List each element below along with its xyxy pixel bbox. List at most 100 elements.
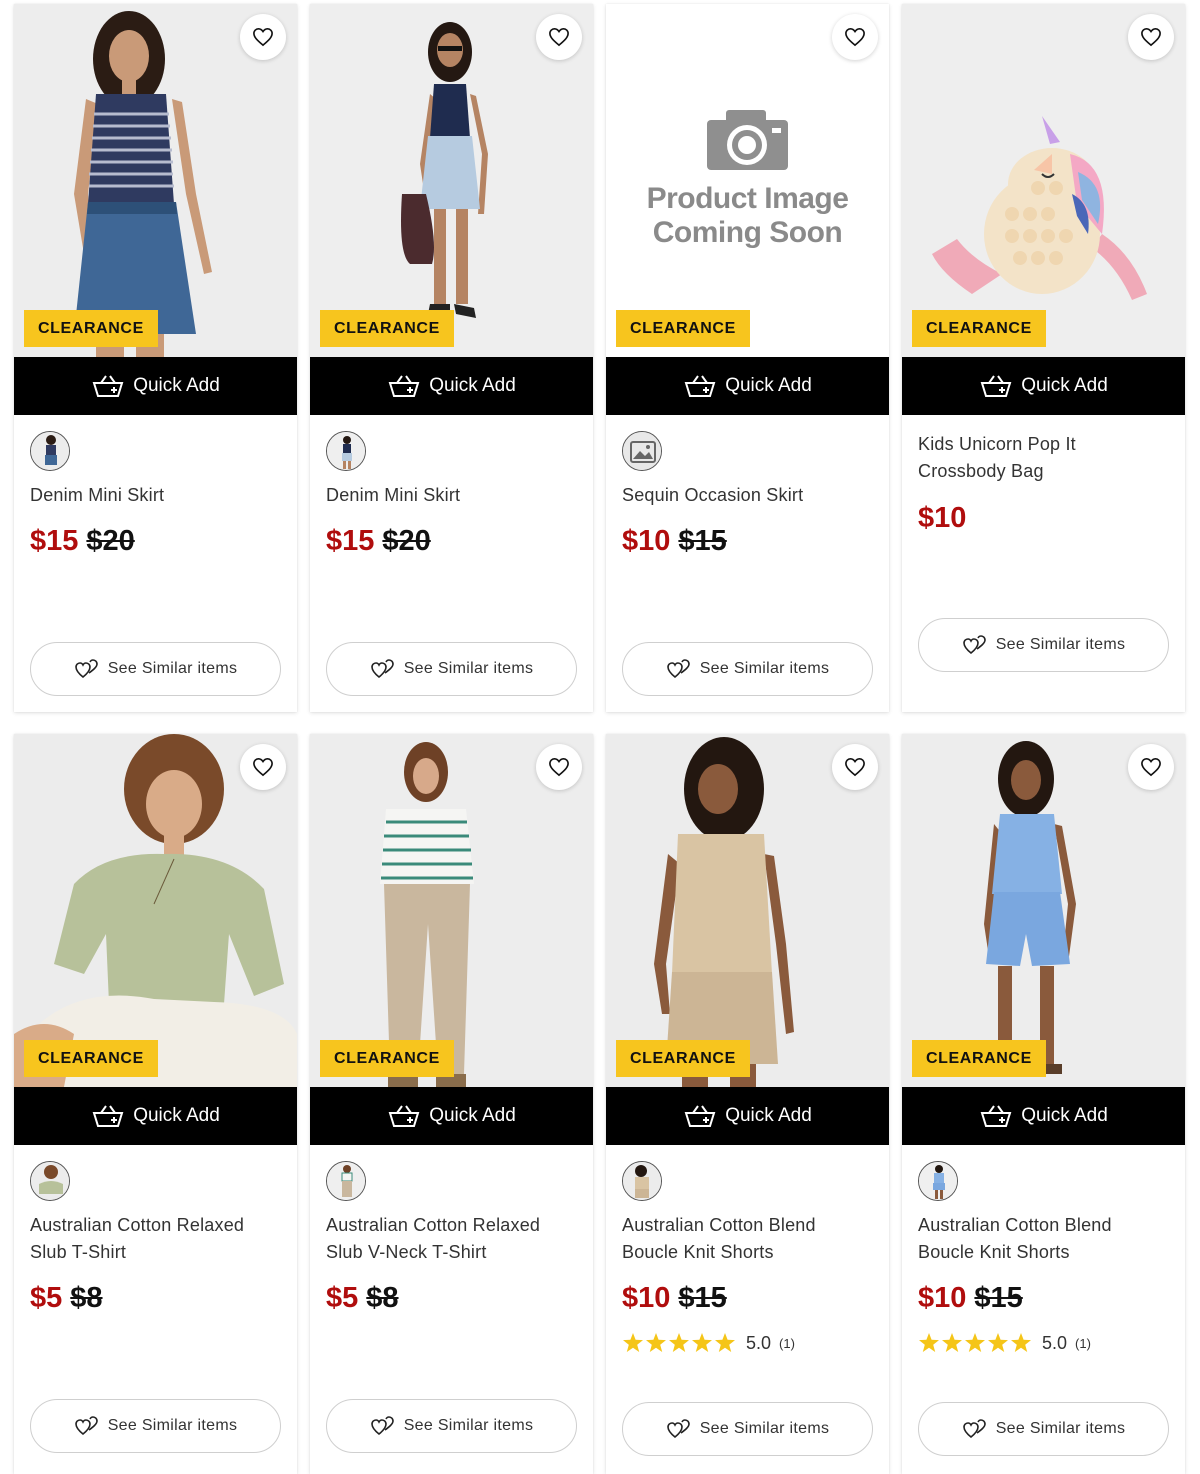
- basket-icon: [92, 1105, 124, 1127]
- similar-hearts-icon: [962, 635, 986, 655]
- image-placeholder-icon: [623, 432, 661, 470]
- heart-icon: [549, 27, 569, 47]
- product-grid: CLEARANCE Quick Add Denim Mini Skirt $15…: [0, 0, 1200, 1474]
- product-card[interactable]: CLEARANCE Quick Add Australian Cotton Re…: [310, 734, 593, 1474]
- wishlist-button[interactable]: [1128, 14, 1174, 60]
- product-price: $15 $20: [30, 525, 135, 558]
- review-count: (1): [1075, 1335, 1091, 1351]
- see-similar-button[interactable]: See Similar items: [918, 1402, 1169, 1456]
- see-similar-button[interactable]: See Similar items: [326, 1399, 577, 1453]
- product-name[interactable]: Australian Cotton Blend Boucle Knit Shor…: [918, 1212, 1168, 1266]
- quick-add-label: Quick Add: [725, 1105, 812, 1126]
- product-card[interactable]: CLEARANCE Quick Add Australian Cotton Bl…: [606, 734, 889, 1474]
- product-card[interactable]: CLEARANCE Quick Add Denim Mini Skirt $15…: [310, 4, 593, 712]
- product-name[interactable]: Australian Cotton Blend Boucle Knit Shor…: [622, 1212, 872, 1266]
- quick-add-button[interactable]: Quick Add: [310, 1087, 593, 1145]
- see-similar-button[interactable]: See Similar items: [30, 1399, 281, 1453]
- product-rating[interactable]: 5.0 (1): [918, 1332, 1091, 1354]
- product-image[interactable]: CLEARANCE: [14, 4, 297, 357]
- heart-icon: [1141, 757, 1161, 777]
- see-similar-button[interactable]: See Similar items: [622, 642, 873, 696]
- quick-add-button[interactable]: Quick Add: [902, 1087, 1185, 1145]
- color-swatch[interactable]: [30, 1161, 70, 1201]
- product-price: $10 $15: [622, 525, 727, 558]
- product-rating[interactable]: 5.0 (1): [622, 1332, 795, 1354]
- similar-hearts-icon: [370, 1416, 394, 1436]
- quick-add-button[interactable]: Quick Add: [14, 357, 297, 415]
- clearance-badge: CLEARANCE: [24, 310, 158, 347]
- product-image[interactable]: CLEARANCE: [310, 734, 593, 1087]
- color-swatch[interactable]: [918, 1161, 958, 1201]
- wishlist-button[interactable]: [536, 14, 582, 60]
- product-card[interactable]: Product Image Coming Soon CLEARANCE Quic…: [606, 4, 889, 712]
- product-name[interactable]: Sequin Occasion Skirt: [622, 482, 872, 509]
- clearance-badge: CLEARANCE: [320, 310, 454, 347]
- basket-icon: [684, 1105, 716, 1127]
- product-image[interactable]: CLEARANCE: [310, 4, 593, 357]
- color-swatch[interactable]: [30, 431, 70, 471]
- quick-add-label: Quick Add: [133, 375, 220, 396]
- sale-price: $5: [326, 1282, 359, 1314]
- quick-add-button[interactable]: Quick Add: [902, 357, 1185, 415]
- basket-icon: [980, 1105, 1012, 1127]
- product-card[interactable]: CLEARANCE Quick Add Australian Cotton Re…: [14, 734, 297, 1474]
- quick-add-button[interactable]: Quick Add: [14, 1087, 297, 1145]
- wishlist-button[interactable]: [832, 744, 878, 790]
- see-similar-label: See Similar items: [995, 1420, 1126, 1437]
- rating-score: 5.0: [746, 1332, 772, 1353]
- quick-add-button[interactable]: Quick Add: [310, 357, 593, 415]
- product-image[interactable]: CLEARANCE: [14, 734, 297, 1087]
- quick-add-button[interactable]: Quick Add: [606, 1087, 889, 1145]
- see-similar-button[interactable]: See Similar items: [30, 642, 281, 696]
- clearance-badge: CLEARANCE: [320, 1040, 454, 1077]
- product-name[interactable]: Australian Cotton Relaxed Slub T-Shirt: [30, 1212, 280, 1266]
- original-price: $20: [382, 525, 431, 557]
- product-name[interactable]: Australian Cotton Relaxed Slub V-Neck T-…: [326, 1212, 576, 1266]
- review-count: (1): [779, 1335, 795, 1351]
- color-swatch[interactable]: [622, 1161, 662, 1201]
- clearance-badge: CLEARANCE: [616, 1040, 750, 1077]
- product-card[interactable]: CLEARANCE Quick Add Denim Mini Skirt $15…: [14, 4, 297, 712]
- product-price: $10 $15: [918, 1282, 1023, 1315]
- product-price: $5 $8: [326, 1282, 399, 1315]
- quick-add-button[interactable]: Quick Add: [606, 357, 889, 415]
- product-name[interactable]: Kids Unicorn Pop It Crossbody Bag: [918, 431, 1168, 485]
- wishlist-button[interactable]: [832, 14, 878, 60]
- product-name[interactable]: Denim Mini Skirt: [326, 482, 576, 509]
- color-swatch[interactable]: [326, 1161, 366, 1201]
- see-similar-button[interactable]: See Similar items: [918, 618, 1169, 672]
- product-price: $10: [918, 502, 966, 535]
- see-similar-label: See Similar items: [107, 660, 238, 677]
- product-name[interactable]: Denim Mini Skirt: [30, 482, 280, 509]
- sale-price: $15: [326, 525, 375, 557]
- original-price: $8: [366, 1282, 399, 1314]
- color-swatch[interactable]: [326, 431, 366, 471]
- product-image[interactable]: CLEARANCE: [902, 4, 1185, 357]
- sale-price: $10: [622, 525, 671, 557]
- wishlist-button[interactable]: [536, 744, 582, 790]
- product-image[interactable]: CLEARANCE: [902, 734, 1185, 1087]
- placeholder-line2: Coming Soon: [652, 216, 843, 249]
- product-card[interactable]: CLEARANCE Quick Add Australian Cotton Bl…: [902, 734, 1185, 1474]
- original-price: $15: [678, 1282, 727, 1314]
- see-similar-label: See Similar items: [107, 1417, 238, 1434]
- basket-icon: [684, 375, 716, 397]
- product-card[interactable]: CLEARANCE Quick Add Kids Unicorn Pop It …: [902, 4, 1185, 712]
- product-price: $15 $20: [326, 525, 431, 558]
- rating-score: 5.0: [1042, 1332, 1068, 1353]
- product-image[interactable]: Product Image Coming Soon CLEARANCE: [606, 4, 889, 357]
- wishlist-button[interactable]: [240, 14, 286, 60]
- quick-add-label: Quick Add: [133, 1105, 220, 1126]
- see-similar-label: See Similar items: [699, 1420, 830, 1437]
- original-price: $15: [974, 1282, 1023, 1314]
- product-image[interactable]: CLEARANCE: [606, 734, 889, 1087]
- heart-icon: [845, 757, 865, 777]
- color-swatch[interactable]: [622, 431, 662, 471]
- similar-hearts-icon: [74, 659, 98, 679]
- see-similar-button[interactable]: See Similar items: [326, 642, 577, 696]
- see-similar-button[interactable]: See Similar items: [622, 1402, 873, 1456]
- wishlist-button[interactable]: [240, 744, 286, 790]
- sale-price: $10: [622, 1282, 671, 1314]
- product-price: $10 $15: [622, 1282, 727, 1315]
- wishlist-button[interactable]: [1128, 744, 1174, 790]
